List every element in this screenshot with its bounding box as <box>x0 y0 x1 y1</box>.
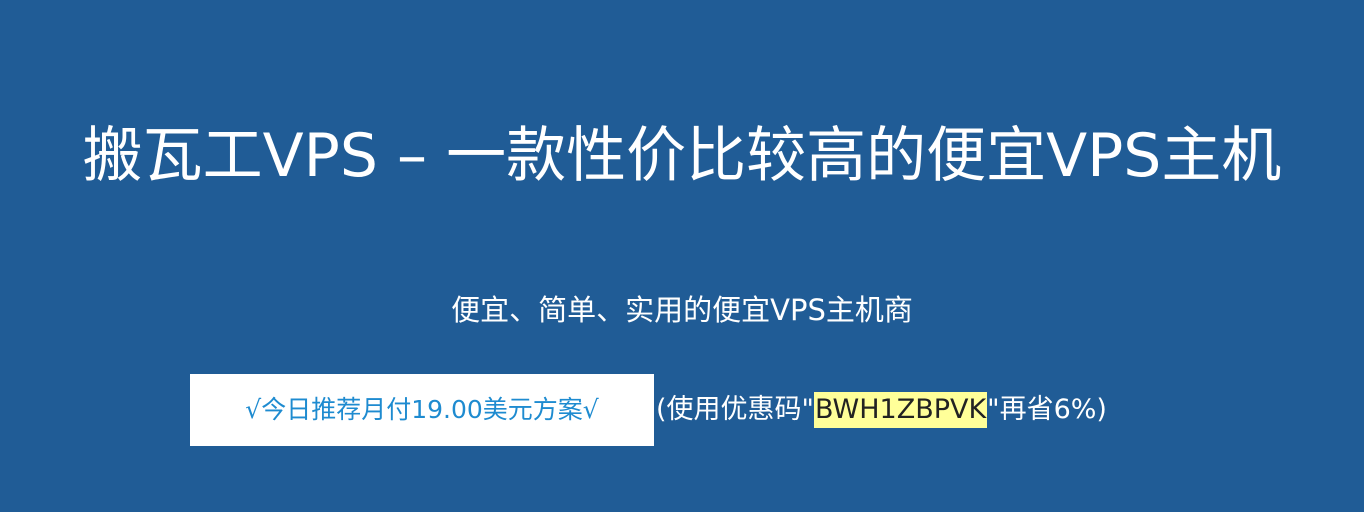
recommended-plan-button[interactable]: √今日推荐月付19.00美元方案√ <box>190 374 654 446</box>
site-tagline: 便宜、简单、实用的便宜VPS主机商 <box>451 293 913 327</box>
coupon-suffix-text: "再省6%) <box>987 394 1107 425</box>
coupon-code: BWH1ZBPVK <box>813 392 988 428</box>
promo-row: √今日推荐月付19.00美元方案√ (使用优惠码" BWH1ZBPVK "再省6… <box>190 374 1107 446</box>
page-title: 搬瓦工VPS – 一款性价比较高的便宜VPS主机 <box>82 121 1282 191</box>
coupon-note: (使用优惠码" BWH1ZBPVK "再省6%) <box>656 392 1107 428</box>
coupon-prefix-text: (使用优惠码" <box>656 394 814 425</box>
hero-banner: 搬瓦工VPS – 一款性价比较高的便宜VPS主机 便宜、简单、实用的便宜VPS主… <box>0 0 1364 512</box>
